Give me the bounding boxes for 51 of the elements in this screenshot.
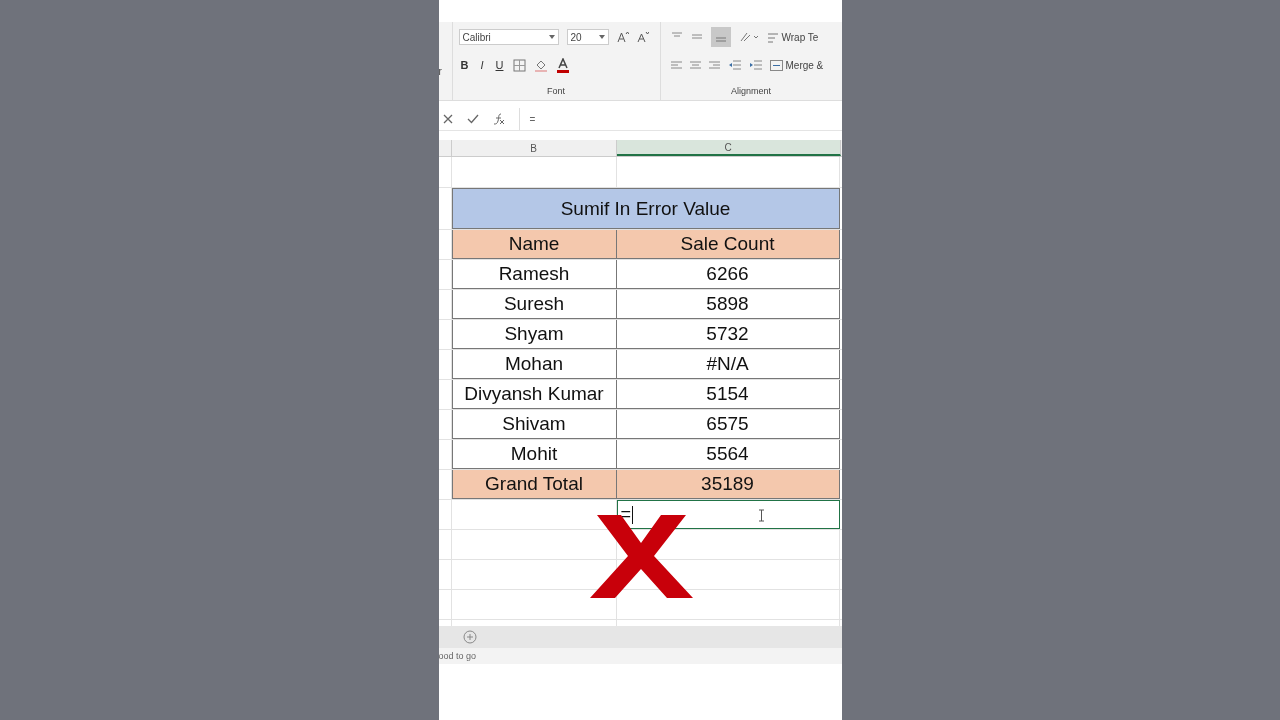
group-label: Font — [546, 86, 566, 96]
enter-icon[interactable] — [466, 114, 479, 124]
table-cell: #N/A — [616, 350, 840, 379]
column-header[interactable]: B — [451, 140, 617, 156]
table-cell: 5154 — [616, 380, 840, 409]
grow-font-icon[interactable] — [616, 31, 629, 43]
table-cell: Mohit — [451, 440, 617, 469]
header-cell: Sale Count — [616, 230, 840, 259]
increase-indent-icon[interactable] — [748, 59, 762, 71]
table-cell: 5564 — [616, 440, 840, 469]
table-cell: 6266 — [616, 260, 840, 289]
format-button[interactable]: U — [493, 59, 506, 71]
table-cell: Ramesh — [451, 260, 617, 289]
formula-input[interactable]: = — [518, 108, 842, 130]
header-cell: Name — [451, 230, 617, 259]
cancel-icon[interactable] — [442, 114, 453, 124]
table-cell: 5898 — [616, 290, 840, 319]
font-name-field[interactable]: Calibri — [458, 29, 559, 45]
table-cell: Suresh — [451, 290, 617, 319]
font-color-icon[interactable] — [556, 57, 571, 73]
merge-icon — [769, 59, 783, 71]
merge-button[interactable]: Merge & — [785, 59, 824, 71]
table-cell: Shivam — [451, 410, 617, 439]
shrink-font-icon[interactable] — [636, 31, 649, 43]
fill-color-icon[interactable] — [534, 58, 549, 72]
wrap-text-button[interactable]: Wrap Te — [781, 31, 819, 43]
text-cursor-icon — [757, 509, 765, 522]
total-cell: 35189 — [616, 470, 840, 499]
total-cell: Grand Total — [451, 470, 617, 499]
dropdown-icon[interactable] — [548, 35, 555, 39]
group-label: Alignment — [730, 86, 772, 96]
format-button[interactable]: B — [458, 59, 471, 71]
table-cell: 5732 — [616, 320, 840, 349]
column-header[interactable]: C — [616, 140, 841, 156]
table-cell: 6575 — [616, 410, 840, 439]
table-cell: Shyam — [451, 320, 617, 349]
function-icon[interactable] — [492, 113, 505, 125]
table-cell: Divyansh Kumar — [451, 380, 617, 409]
ribbon-label: r — [438, 65, 442, 77]
status-text: ood to go — [438, 651, 477, 661]
bottom-align-icon[interactable] — [710, 27, 731, 47]
format-button[interactable]: I — [478, 59, 486, 71]
dropdown-icon[interactable] — [598, 35, 605, 39]
font-size-field[interactable]: 20 — [566, 29, 609, 45]
decrease-indent-icon[interactable] — [727, 59, 741, 71]
borders-icon[interactable] — [513, 58, 527, 72]
table-title: Sumif In Error Value — [451, 188, 840, 229]
table-cell: Mohan — [451, 350, 617, 379]
add-sheet-icon[interactable] — [462, 630, 477, 644]
orientation-icon[interactable] — [738, 31, 759, 43]
wrap-text-icon — [766, 31, 779, 43]
